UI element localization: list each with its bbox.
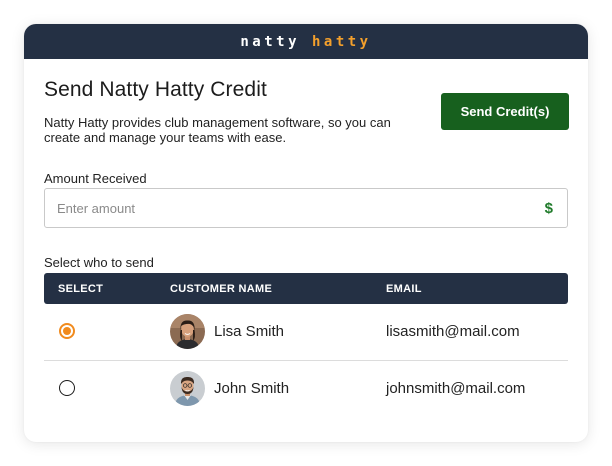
avatar (170, 314, 205, 349)
natty-hatty-logo: natty hatty (240, 35, 371, 49)
column-header-customer-name: CUSTOMER NAME (170, 283, 273, 295)
logo-word-natty: natty (240, 33, 301, 50)
page-title: Send Natty Hatty Credit (44, 78, 267, 101)
table-header: SELECT CUSTOMER NAME EMAIL (44, 273, 568, 304)
table-row[interactable]: John Smith johnsmith@mail.com (44, 361, 568, 417)
top-bar: natty hatty (24, 24, 588, 59)
amount-received-label: Amount Received (44, 171, 147, 186)
amount-field[interactable]: $ (44, 188, 568, 228)
column-header-select: SELECT (58, 283, 104, 295)
select-radio-selected[interactable] (59, 323, 75, 339)
customer-name: John Smith (214, 380, 290, 397)
amount-input[interactable] (57, 189, 517, 227)
send-credit-card: natty hatty Send Natty Hatty Credit Natt… (24, 24, 588, 442)
table-row[interactable]: Lisa Smith lisasmith@mail.com (44, 304, 568, 361)
customer-email: johnsmith@mail.com (386, 380, 526, 397)
select-radio-unselected[interactable] (59, 380, 75, 396)
page-description: Natty Hatty provides club management sof… (44, 115, 391, 145)
select-recipients-label: Select who to send (44, 255, 154, 270)
logo-word-hatty: hatty (311, 33, 372, 50)
send-credits-button[interactable]: Send Credit(s) (441, 93, 569, 130)
avatar (170, 371, 205, 406)
column-header-email: EMAIL (386, 283, 422, 295)
dollar-icon: $ (544, 200, 553, 217)
customer-email: lisasmith@mail.com (386, 323, 520, 340)
customer-name: Lisa Smith (214, 323, 285, 340)
